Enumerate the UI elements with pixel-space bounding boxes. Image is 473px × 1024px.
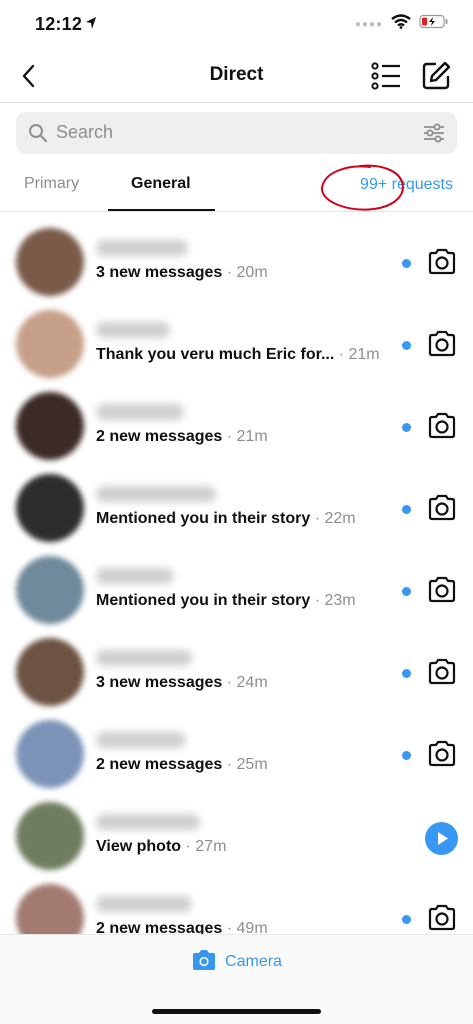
- message-time: · 23m: [314, 592, 356, 609]
- avatar: [16, 474, 84, 542]
- conversation-row[interactable]: 3 new messages · 20m: [0, 212, 473, 296]
- status-indicators: ●●●●: [355, 14, 449, 34]
- camera-icon[interactable]: [425, 245, 459, 284]
- message-preview: 2 new messages · 25m: [96, 756, 268, 774]
- unread-dot: [402, 751, 411, 760]
- message-text: 3 new messages: [96, 264, 223, 281]
- unread-dot: [402, 505, 411, 514]
- blurred-username: [96, 814, 200, 830]
- location-arrow-icon: [85, 16, 97, 35]
- annotation-circle: [320, 164, 404, 211]
- camera-icon[interactable]: [425, 573, 459, 612]
- avatar: [16, 310, 84, 378]
- conversation-row[interactable]: 3 new messages · 24m: [0, 622, 473, 706]
- play-icon[interactable]: [425, 822, 458, 855]
- conversation-row[interactable]: 2 new messages · 25m: [0, 704, 473, 788]
- message-text: Mentioned you in their story: [96, 510, 311, 527]
- status-time: 12:12: [35, 14, 83, 34]
- blurred-username: [96, 732, 186, 748]
- avatar: [16, 720, 84, 788]
- unread-dot: [402, 669, 411, 678]
- conversation-row[interactable]: Mentioned you in their story · 22m: [0, 458, 473, 542]
- conversation-row[interactable]: Thank you veru much Eric for... · 21m: [0, 294, 473, 378]
- message-preview: 3 new messages · 20m: [96, 264, 268, 282]
- avatar: [16, 392, 84, 460]
- camera-icon[interactable]: [425, 655, 459, 694]
- avatar: [16, 884, 84, 934]
- message-text: View photo: [96, 838, 182, 855]
- wifi-icon: [391, 14, 411, 34]
- avatar: [16, 638, 84, 706]
- status-bar: 12:12 ●●●●: [0, 0, 473, 50]
- avatar: [16, 228, 84, 296]
- signal-icon: ●●●●: [354, 18, 383, 30]
- conversation-list[interactable]: 3 new messages · 20m Thank you veru much…: [0, 212, 473, 934]
- message-preview: Mentioned you in their story · 23m: [96, 592, 356, 610]
- avatar: [16, 556, 84, 624]
- camera-button[interactable]: Camera: [0, 949, 473, 975]
- message-preview: 2 new messages · 21m: [96, 428, 268, 446]
- home-indicator[interactable]: [152, 1009, 321, 1014]
- unread-dot: [402, 423, 411, 432]
- message-time: · 22m: [314, 510, 356, 527]
- unread-dot: [402, 259, 411, 268]
- message-text: 2 new messages: [96, 428, 223, 445]
- message-preview: View photo · 27m: [96, 838, 226, 856]
- conversation-row[interactable]: Mentioned you in their story · 23m: [0, 540, 473, 624]
- conversation-row[interactable]: View photo · 27m: [0, 786, 473, 870]
- message-text: Thank you veru much Eric for...: [96, 346, 335, 363]
- camera-label: Camera: [225, 953, 282, 970]
- camera-icon[interactable]: [425, 737, 459, 776]
- message-time: · 24m: [226, 674, 268, 691]
- search-input[interactable]: Search: [16, 112, 457, 154]
- unread-dot: [402, 587, 411, 596]
- bottom-bar: Camera: [0, 934, 473, 1024]
- unread-dot: [402, 341, 411, 350]
- nav-divider: [0, 102, 473, 103]
- battery-icon: [419, 14, 449, 34]
- camera-icon[interactable]: [425, 901, 459, 934]
- unread-dot: [402, 915, 411, 924]
- message-text: Mentioned you in their story: [96, 592, 311, 609]
- camera-icon[interactable]: [425, 327, 459, 366]
- message-preview: 3 new messages · 24m: [96, 674, 268, 692]
- message-preview: Mentioned you in their story · 22m: [96, 510, 356, 528]
- message-text: 2 new messages: [96, 756, 223, 773]
- message-time: · 25m: [226, 756, 268, 773]
- message-preview: 2 new messages · 49m: [96, 920, 268, 934]
- blurred-username: [96, 404, 184, 420]
- message-time: · 21m: [226, 428, 268, 445]
- message-text: 3 new messages: [96, 674, 223, 691]
- search-placeholder: Search: [56, 122, 114, 142]
- message-preview: Thank you veru much Eric for... · 21m: [96, 346, 380, 364]
- nav-bar: Direct: [0, 50, 473, 102]
- message-time: · 27m: [185, 838, 227, 855]
- page-title: Direct: [209, 64, 264, 85]
- blurred-username: [96, 650, 192, 666]
- blurred-username: [96, 896, 192, 912]
- tab-general[interactable]: General: [131, 175, 191, 193]
- camera-filled-icon: [191, 948, 217, 977]
- blurred-username: [96, 240, 188, 256]
- message-text: 2 new messages: [96, 920, 223, 934]
- conversation-row[interactable]: 2 new messages · 21m: [0, 376, 473, 460]
- conversation-row[interactable]: 2 new messages · 49m: [0, 868, 473, 934]
- camera-icon[interactable]: [425, 409, 459, 448]
- tab-primary[interactable]: Primary: [24, 175, 79, 193]
- camera-icon[interactable]: [425, 491, 459, 530]
- tab-bar: Primary General 99+ requests: [0, 160, 473, 212]
- search-icon: [28, 123, 48, 148]
- blurred-username: [96, 486, 216, 502]
- message-time: · 20m: [226, 264, 268, 281]
- filter-icon[interactable]: [423, 122, 445, 149]
- message-time: · 21m: [338, 346, 380, 363]
- avatar: [16, 802, 84, 870]
- blurred-username: [96, 322, 170, 338]
- list-icon[interactable]: [370, 60, 402, 92]
- blurred-username: [96, 568, 174, 584]
- new-message-icon[interactable]: [420, 60, 452, 92]
- message-time: · 49m: [226, 920, 268, 934]
